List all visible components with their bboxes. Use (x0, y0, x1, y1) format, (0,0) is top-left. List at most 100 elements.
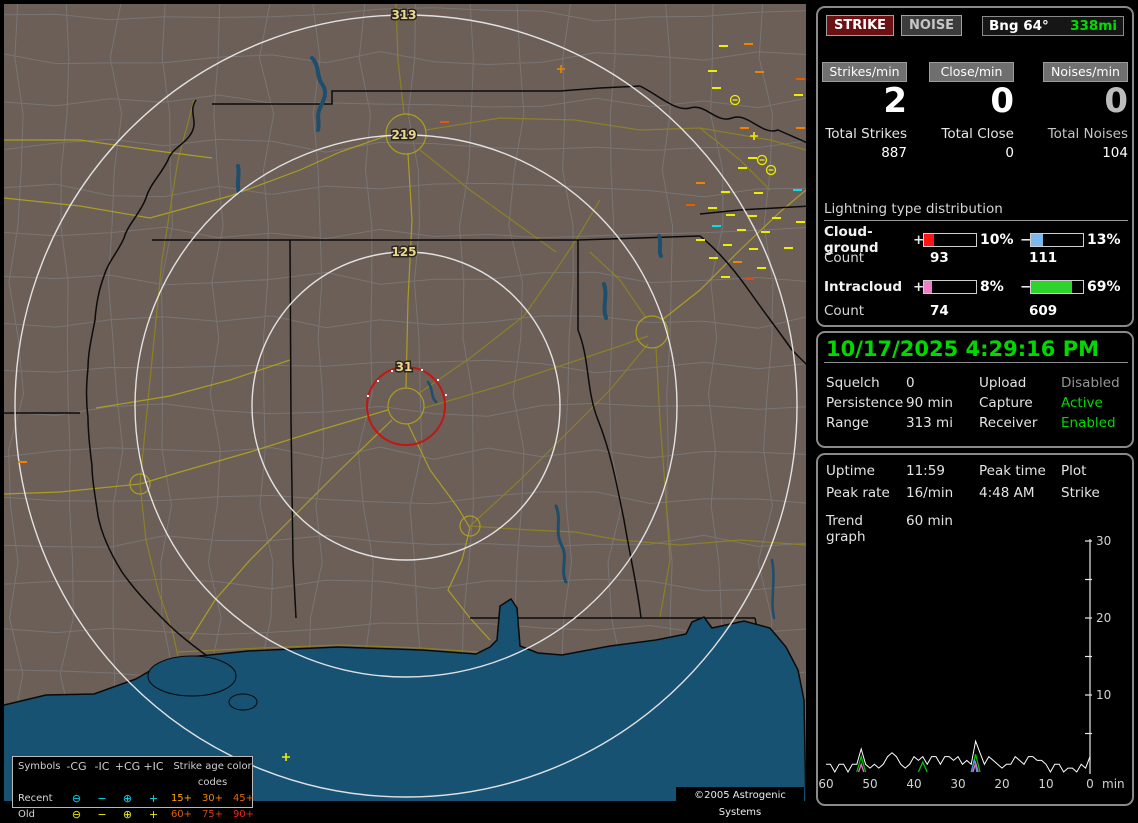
ic-minus-percent: 69% (1087, 279, 1121, 295)
noises-per-min-button[interactable]: Noises/min (1043, 62, 1128, 82)
pos-cg-old-icon: ⊕ (122, 808, 133, 821)
divider (824, 362, 1128, 363)
cg-plus-bar (923, 233, 977, 247)
total-close-value: 0 (1005, 145, 1014, 161)
noises-per-min-value: 0 (1104, 81, 1128, 121)
total-close-label: Total Close (941, 126, 1014, 142)
age-75: 75+ (201, 809, 224, 820)
receiver-value: Enabled (1061, 415, 1116, 431)
svg-text:31: 31 (396, 360, 413, 374)
plus-sign: + (913, 279, 925, 295)
total-strikes-value: 887 (881, 145, 907, 161)
status-row: Range 313 mi Receiver Enabled (826, 413, 1128, 433)
svg-text:10: 10 (1038, 777, 1053, 791)
total-noises-label: Total Noises (1047, 126, 1128, 142)
receiver-label: Receiver (979, 415, 1038, 431)
svg-text:125: 125 (391, 245, 416, 259)
age-15: 15+ (170, 793, 193, 804)
svg-text:60: 60 (818, 777, 833, 791)
cg-minus-count: 111 (1029, 250, 1058, 266)
legend-row-old-label: Old (18, 809, 35, 820)
cg-minus-percent: 13% (1087, 232, 1121, 248)
age-30: 30+ (201, 793, 224, 804)
svg-text:min: min (1102, 777, 1125, 791)
symbol-legend: Symbols -CG -IC +CG +IC Strike age color… (12, 756, 254, 821)
bearing-value: Bng 64° (989, 17, 1049, 34)
intracloud-label: Intracloud (824, 279, 903, 295)
upload-label: Upload (979, 375, 1027, 391)
svg-text:313: 313 (391, 8, 416, 22)
neg-ic-recent-icon: − (97, 792, 107, 805)
bearing-readout: Bng 64° 338mi (982, 15, 1124, 36)
age-45: 45+ (232, 793, 255, 804)
status-panel: STRIKE NOISE Bng 64° 338mi Strikes/min 2… (810, 0, 1138, 812)
minus-sign: − (1020, 232, 1032, 248)
svg-text:10: 10 (1096, 688, 1111, 702)
svg-text:50: 50 (862, 777, 877, 791)
strikes-per-min-button[interactable]: Strikes/min (822, 62, 907, 82)
legend-header-neg-cg: -CG (66, 760, 87, 773)
map-graphics: 313 219 125 31 (4, 4, 806, 801)
plus-sign: + (913, 232, 925, 248)
age-60: 60+ (170, 809, 193, 820)
legend-header-pos-cg: +CG (114, 760, 141, 773)
cloud-ground-count-row: Count 93 111 (824, 250, 1057, 266)
legend-header-neg-ic: -IC (94, 760, 110, 773)
strike-stats-box: STRIKE NOISE Bng 64° 338mi Strikes/min 2… (816, 6, 1134, 327)
legend-row-recent-label: Recent (18, 793, 53, 804)
status-row: Persistence 90 min Capture Active (826, 393, 1128, 413)
squelch-label: Squelch (826, 375, 880, 391)
count-label: Count (824, 250, 865, 266)
capture-value: Active (1061, 395, 1103, 411)
distribution-title: Lightning type distribution (824, 201, 1128, 221)
count-label: Count (824, 303, 865, 319)
capture-label: Capture (979, 395, 1033, 411)
trend-box: Uptime 11:59 Peak time Plot Peak rate 16… (816, 453, 1134, 806)
copyright-label: ©2005 Astrogenic Systems (676, 787, 804, 818)
distance-value: 338mi (1070, 17, 1117, 34)
close-per-min-value: 0 (990, 81, 1014, 121)
noises-column: Noises/min 0 Total Noises 104 (1043, 62, 1128, 161)
total-strikes-label: Total Strikes (825, 126, 907, 142)
close-column: Close/min 0 Total Close 0 (929, 62, 1014, 161)
intracloud-count-row: Count 74 609 (824, 303, 1057, 319)
legend-header-pos-ic: +IC (143, 760, 164, 773)
svg-text:20: 20 (994, 777, 1009, 791)
cg-plus-percent: 10% (980, 232, 1014, 248)
range-label: Range (826, 415, 869, 431)
pos-cg-recent-icon: ⊕ (122, 792, 133, 805)
squelch-value: 0 (906, 375, 915, 391)
pos-ic-recent-icon: + (148, 792, 159, 805)
ic-plus-percent: 8% (980, 279, 1004, 295)
strikes-column: Strikes/min 2 Total Strikes 887 (822, 62, 907, 161)
strike-button[interactable]: STRIKE (826, 15, 895, 36)
neg-cg-old-icon: ⊖ (71, 808, 82, 821)
persistence-label: Persistence (826, 395, 904, 411)
status-row: Squelch 0 Upload Disabled (826, 373, 1128, 393)
persistence-value: 90 min (906, 395, 953, 411)
ic-plus-bar (923, 280, 977, 294)
neg-ic-old-icon: − (97, 808, 107, 821)
svg-text:30: 30 (1096, 534, 1111, 548)
range-value: 313 mi (906, 415, 953, 431)
svg-text:30: 30 (950, 777, 965, 791)
noise-button[interactable]: NOISE (901, 15, 963, 36)
age-90: 90+ (232, 809, 255, 820)
close-per-min-button[interactable]: Close/min (929, 62, 1014, 82)
svg-text:40: 40 (906, 777, 921, 791)
pos-ic-old-icon: + (148, 808, 159, 821)
ic-minus-bar (1030, 280, 1084, 294)
neg-cg-recent-icon: ⊖ (71, 792, 82, 805)
upload-value: Disabled (1061, 375, 1120, 391)
cg-minus-bar (1030, 233, 1084, 247)
svg-text:0: 0 (1086, 777, 1094, 791)
ic-plus-count: 74 (930, 303, 949, 319)
stormvue-lightning-app: { "colors": { "accent_green": "#00d800",… (0, 0, 1138, 821)
legend-header-symbols: Symbols (18, 761, 61, 772)
system-status-box: 10/17/2025 4:29:16 PM Squelch 0 Upload D… (816, 331, 1134, 448)
ic-minus-count: 609 (1029, 303, 1058, 319)
strikes-per-min-value: 2 (883, 81, 907, 121)
map-canvas[interactable]: 313 219 125 31 Symbols -CG -IC +CG +IC Stri… (0, 0, 810, 821)
cg-plus-count: 93 (930, 250, 949, 266)
legend-header-ages: Strike age color codes (173, 761, 252, 788)
